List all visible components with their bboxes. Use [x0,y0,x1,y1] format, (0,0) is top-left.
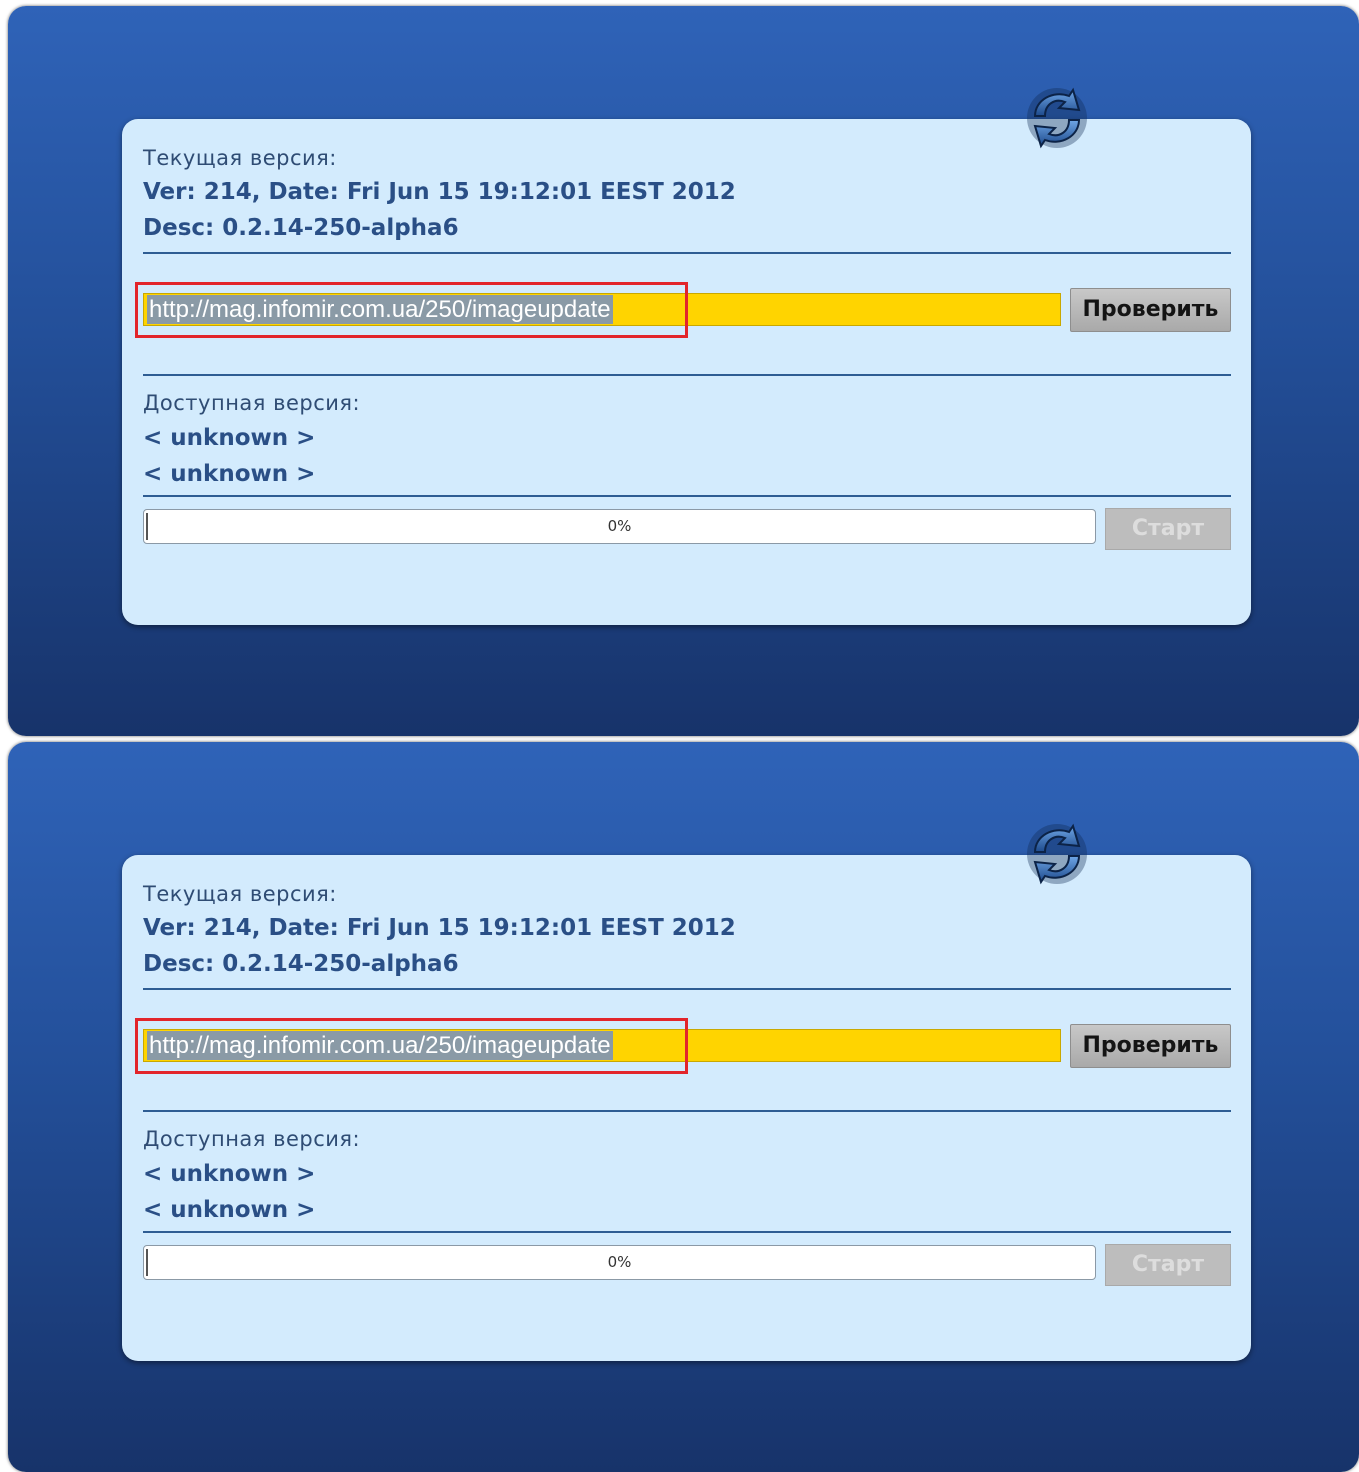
update-url-input[interactable]: http://mag.infomir.com.ua/250/imageupdat… [143,293,1061,326]
current-version-label: Текущая версия: [143,882,337,906]
divider [143,988,1231,990]
available-version-desc: < unknown > [143,461,316,487]
available-version-info: < unknown > [143,425,316,451]
check-button[interactable]: Проверить [1070,1024,1231,1068]
current-version-info: Ver: 214, Date: Fri Jun 15 19:12:01 EEST… [143,915,736,941]
update-url-input[interactable]: http://mag.infomir.com.ua/250/imageupdat… [143,1029,1061,1062]
available-version-info: < unknown > [143,1161,316,1187]
update-screen-2: Текущая версия: Ver: 214, Date: Fri Jun … [8,742,1359,1472]
divider [143,495,1231,497]
current-version-desc: Desc: 0.2.14-250-alpha6 [143,951,459,977]
sync-icon [1021,818,1093,890]
divider [143,1231,1231,1233]
sync-icon [1021,82,1093,154]
current-version-info: Ver: 214, Date: Fri Jun 15 19:12:01 EEST… [143,179,736,205]
check-button[interactable]: Проверить [1070,288,1231,332]
divider [143,252,1231,254]
update-screen-1: Текущая версия: Ver: 214, Date: Fri Jun … [8,6,1359,736]
available-version-desc: < unknown > [143,1197,316,1223]
update-url-value: http://mag.infomir.com.ua/250/imageupdat… [147,1031,613,1060]
divider [143,374,1231,376]
current-version-desc: Desc: 0.2.14-250-alpha6 [143,215,459,241]
progress-bar: 0% [143,509,1096,544]
start-button[interactable]: Старт [1105,1244,1231,1286]
progress-bar: 0% [143,1245,1096,1280]
divider [143,1110,1231,1112]
available-version-label: Доступная версия: [143,1127,361,1151]
progress-percent: 0% [607,517,632,535]
start-button[interactable]: Старт [1105,508,1231,550]
current-version-label: Текущая версия: [143,146,337,170]
update-panel: Текущая версия: Ver: 214, Date: Fri Jun … [122,119,1251,625]
progress-percent: 0% [607,1253,632,1271]
available-version-label: Доступная версия: [143,391,361,415]
update-url-value: http://mag.infomir.com.ua/250/imageupdat… [147,295,613,324]
update-panel: Текущая версия: Ver: 214, Date: Fri Jun … [122,855,1251,1361]
